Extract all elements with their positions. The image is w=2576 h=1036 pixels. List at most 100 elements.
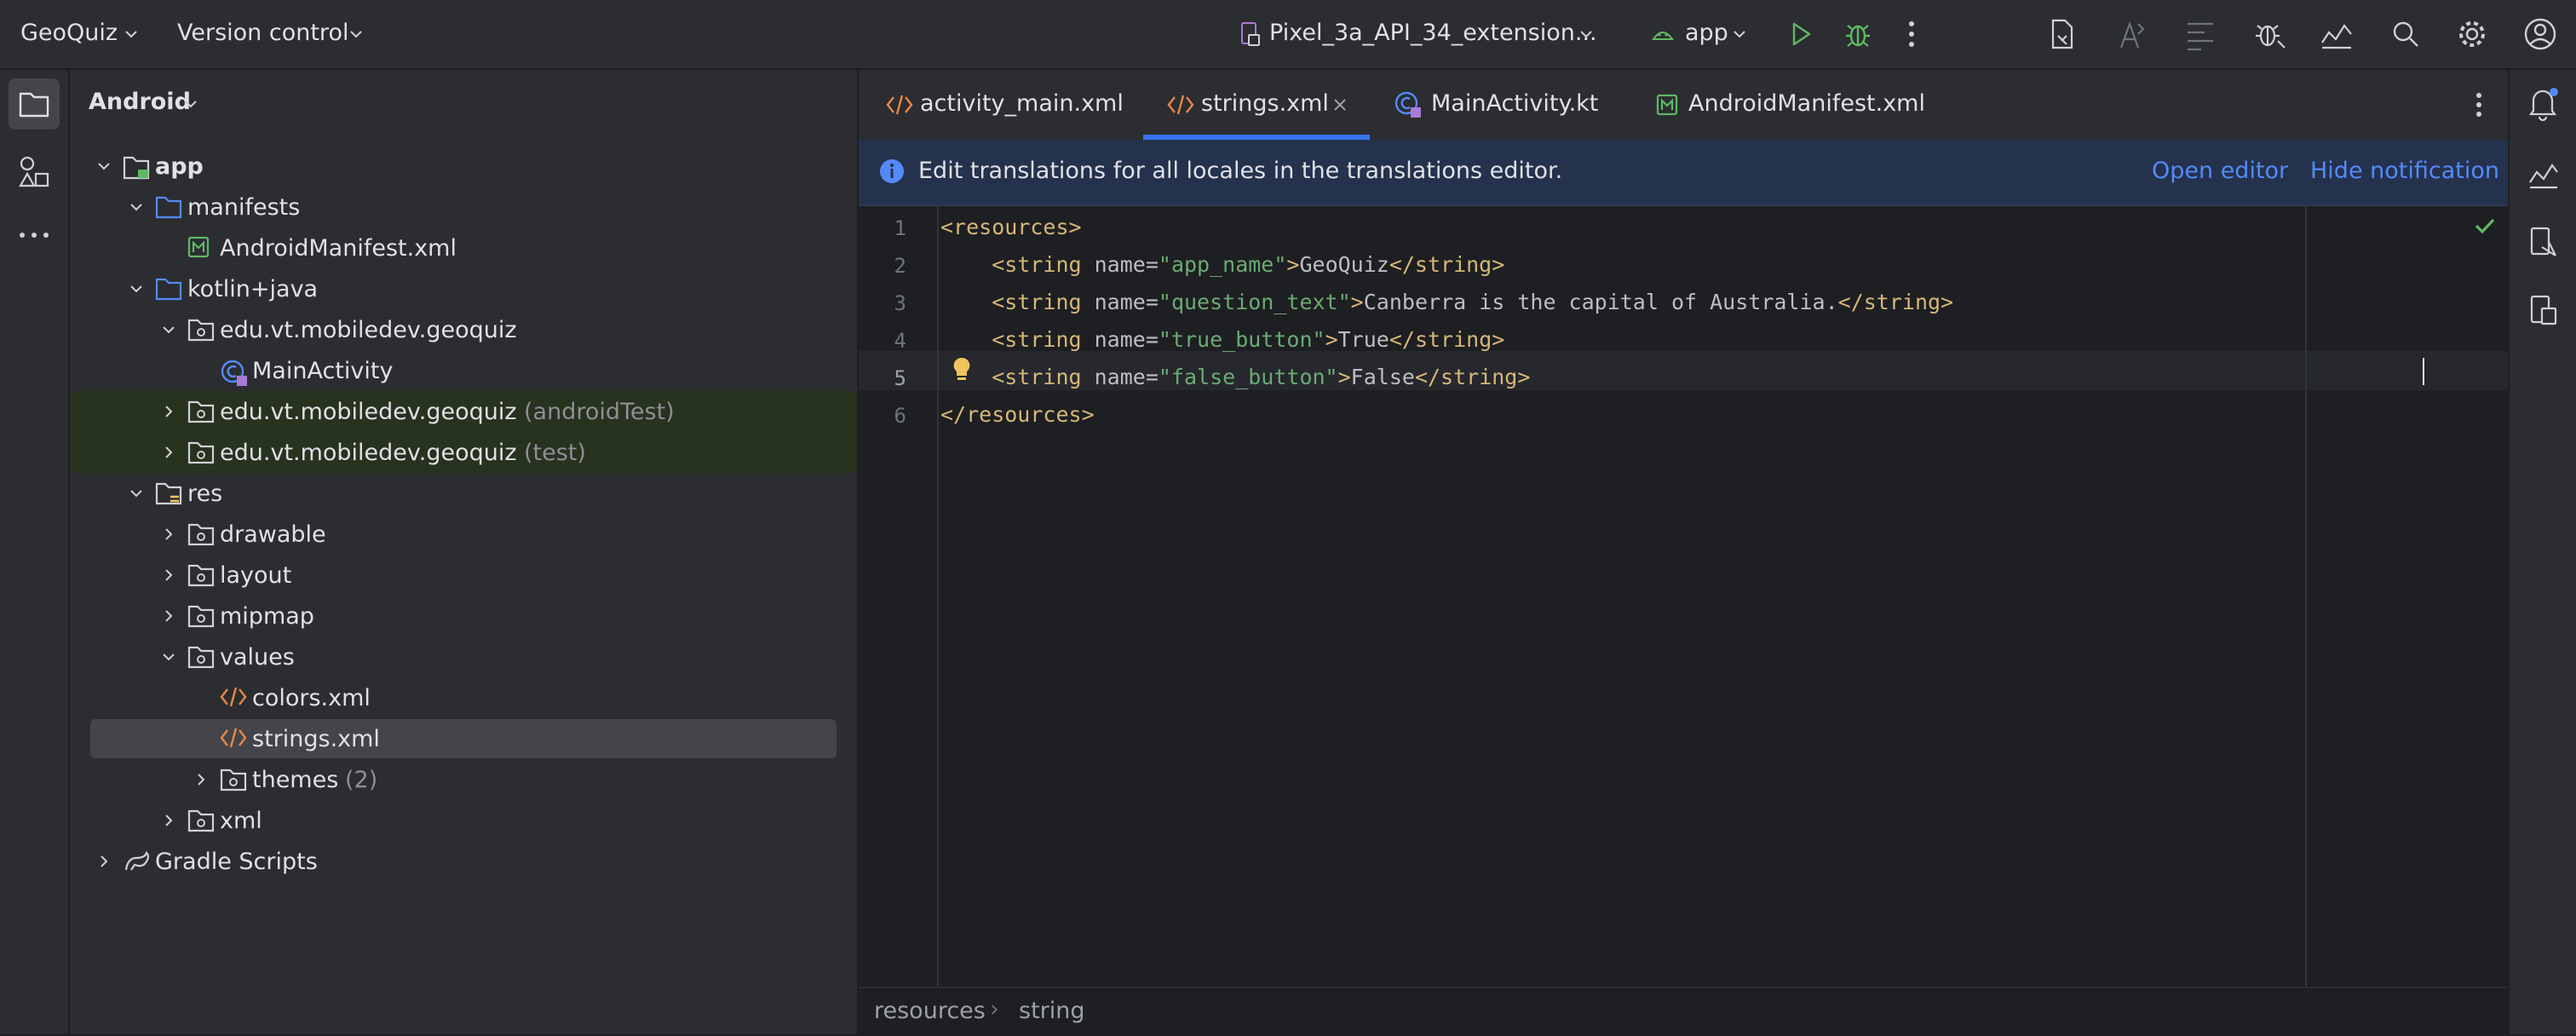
chevron-down-icon[interactable] <box>128 199 145 216</box>
open-editor-link[interactable]: Open editor <box>2152 158 2288 184</box>
chevron-down-icon <box>1578 26 1595 43</box>
project-view-selector[interactable]: Android <box>89 87 225 124</box>
tree-item-colors-xml[interactable]: colors.xml <box>70 677 857 718</box>
gradle-icon <box>123 849 152 873</box>
tree-item-label: mipmap <box>220 603 314 630</box>
tree-item-strings-xml[interactable]: strings.xml <box>70 718 857 759</box>
chevron-right-icon[interactable] <box>160 812 177 829</box>
tab-android-manifest[interactable]: AndroidManifest.xml <box>1642 70 1949 140</box>
chevron-right-icon[interactable] <box>160 403 177 420</box>
breadcrumb: resources › string <box>859 987 2508 1036</box>
tree-item-xml[interactable]: xml <box>70 800 857 841</box>
code-line: <string name="question_text">Canberra is… <box>940 290 1953 314</box>
tree-item-app[interactable]: app <box>70 146 857 187</box>
chevron-right-icon[interactable] <box>160 444 177 461</box>
code-line: </resources> <box>940 402 1095 427</box>
tab-label: strings.xml <box>1201 90 1329 117</box>
tree-item-package-android-test[interactable]: edu.vt.mobiledev.geoquiz (androidTest) <box>70 391 857 432</box>
breadcrumb-item-resources[interactable]: resources <box>874 998 986 1024</box>
tree-item-values[interactable]: values <box>70 636 857 677</box>
notifications-icon[interactable] <box>2527 85 2561 121</box>
tree-item-label: Gradle Scripts <box>155 849 318 875</box>
project-name: GeoQuiz <box>20 20 118 46</box>
debug-icon[interactable] <box>1843 19 1872 49</box>
tree-item-manifests[interactable]: manifests <box>70 187 857 227</box>
folder-icon <box>155 195 182 219</box>
attach-debugger-icon[interactable] <box>2252 17 2286 51</box>
close-icon[interactable] <box>1332 97 1348 112</box>
apply-changes-icon[interactable] <box>2116 17 2148 51</box>
code-token: "app_name" <box>1158 252 1287 277</box>
gear-icon[interactable] <box>2457 19 2487 49</box>
package-folder-icon <box>187 522 215 546</box>
vcs-menu[interactable]: Version control <box>175 0 371 68</box>
line-number: 3 <box>894 291 906 315</box>
tree-item-themes[interactable]: themes (2) <box>70 759 857 800</box>
chevron-right-icon[interactable] <box>193 771 210 788</box>
chevron-right-icon[interactable] <box>95 853 112 870</box>
tree-item-layout[interactable]: layout <box>70 555 857 596</box>
breadcrumb-item-string[interactable]: string <box>1019 998 1085 1024</box>
info-icon <box>879 158 905 184</box>
tree-item-label: kotlin+java <box>187 276 319 302</box>
device-name: Pixel_3a_API_34_extension... <box>1269 20 1597 46</box>
apply-code-changes-icon[interactable] <box>2184 17 2217 51</box>
tree-item-label: themes <box>252 767 339 793</box>
tree-item-main-activity[interactable]: MainActivity <box>70 350 857 391</box>
device-manager-icon[interactable] <box>2527 225 2561 259</box>
more-tools-icon[interactable] <box>17 230 51 240</box>
tree-item-res[interactable]: res <box>70 473 857 514</box>
account-icon[interactable] <box>2523 17 2557 51</box>
manifest-icon <box>1656 94 1678 116</box>
xml-file-icon <box>220 727 247 749</box>
project-view-label: Android <box>89 89 191 115</box>
tree-item-package-main[interactable]: edu.vt.mobiledev.geoquiz <box>70 309 857 350</box>
title-bar: GeoQuiz Version control Pixel_3a_API_34_… <box>0 0 2576 70</box>
project-tool-button[interactable] <box>9 78 60 130</box>
search-icon[interactable] <box>2390 19 2421 49</box>
chevron-down-icon[interactable] <box>128 485 145 502</box>
tree-item-android-manifest[interactable]: AndroidManifest.xml <box>70 227 857 268</box>
run-config-selector[interactable]: app <box>1646 0 1757 68</box>
chevron-down-icon[interactable] <box>160 648 177 665</box>
app-quality-icon[interactable] <box>2527 157 2561 191</box>
package-folder-icon <box>187 563 215 587</box>
tree-item-label: drawable <box>220 521 326 548</box>
tree-item-kotlin-java[interactable]: kotlin+java <box>70 268 857 309</box>
tree-item-gradle-scripts[interactable]: Gradle Scripts <box>70 841 857 882</box>
tree-item-label: colors.xml <box>252 685 371 711</box>
breadcrumb-separator: › <box>990 996 999 1022</box>
chevron-down-icon[interactable] <box>95 158 112 175</box>
device-selector[interactable]: Pixel_3a_API_34_extension... <box>1233 0 1608 68</box>
run-icon[interactable] <box>1787 20 1814 48</box>
tab-activity-main[interactable]: activity_main.xml <box>876 70 1157 140</box>
tree-item-drawable[interactable]: drawable <box>70 514 857 555</box>
code-line: <string name="app_name">GeoQuiz</string> <box>940 252 1504 277</box>
code-token: > <box>1325 327 1338 352</box>
more-actions-icon[interactable] <box>1906 20 1917 48</box>
tree-item-label: edu.vt.mobiledev.geoquiz <box>220 440 517 466</box>
chevron-down-icon[interactable] <box>128 280 145 297</box>
chevron-right-icon[interactable] <box>160 607 177 624</box>
running-devices-icon[interactable] <box>2527 293 2561 327</box>
code-token: <string <box>940 327 1095 352</box>
code-editor[interactable]: 123456 <resources> <string name="app_nam… <box>859 206 2508 987</box>
resource-folder-icon <box>155 481 182 505</box>
tree-item-label: values <box>220 644 295 671</box>
chevron-right-icon[interactable] <box>160 526 177 543</box>
folder-icon <box>155 277 182 301</box>
resource-manager-icon[interactable] <box>17 155 51 189</box>
profiler-icon[interactable] <box>2319 17 2355 51</box>
hide-notification-link[interactable]: Hide notification <box>2310 158 2499 184</box>
tab-strings-xml[interactable]: strings.xml <box>1143 70 1370 140</box>
code-token: > <box>1350 290 1364 314</box>
chevron-right-icon[interactable] <box>160 567 177 584</box>
build-icon[interactable] <box>2048 17 2080 51</box>
chevron-down-icon[interactable] <box>160 321 177 338</box>
tab-options-icon[interactable] <box>2474 92 2484 118</box>
project-switcher[interactable]: GeoQuiz <box>19 0 147 68</box>
package-folder-icon <box>187 645 215 669</box>
tree-item-mipmap[interactable]: mipmap <box>70 596 857 636</box>
tree-item-package-test[interactable]: edu.vt.mobiledev.geoquiz (test) <box>70 432 857 473</box>
tab-main-activity[interactable]: MainActivity.kt <box>1383 70 1639 140</box>
